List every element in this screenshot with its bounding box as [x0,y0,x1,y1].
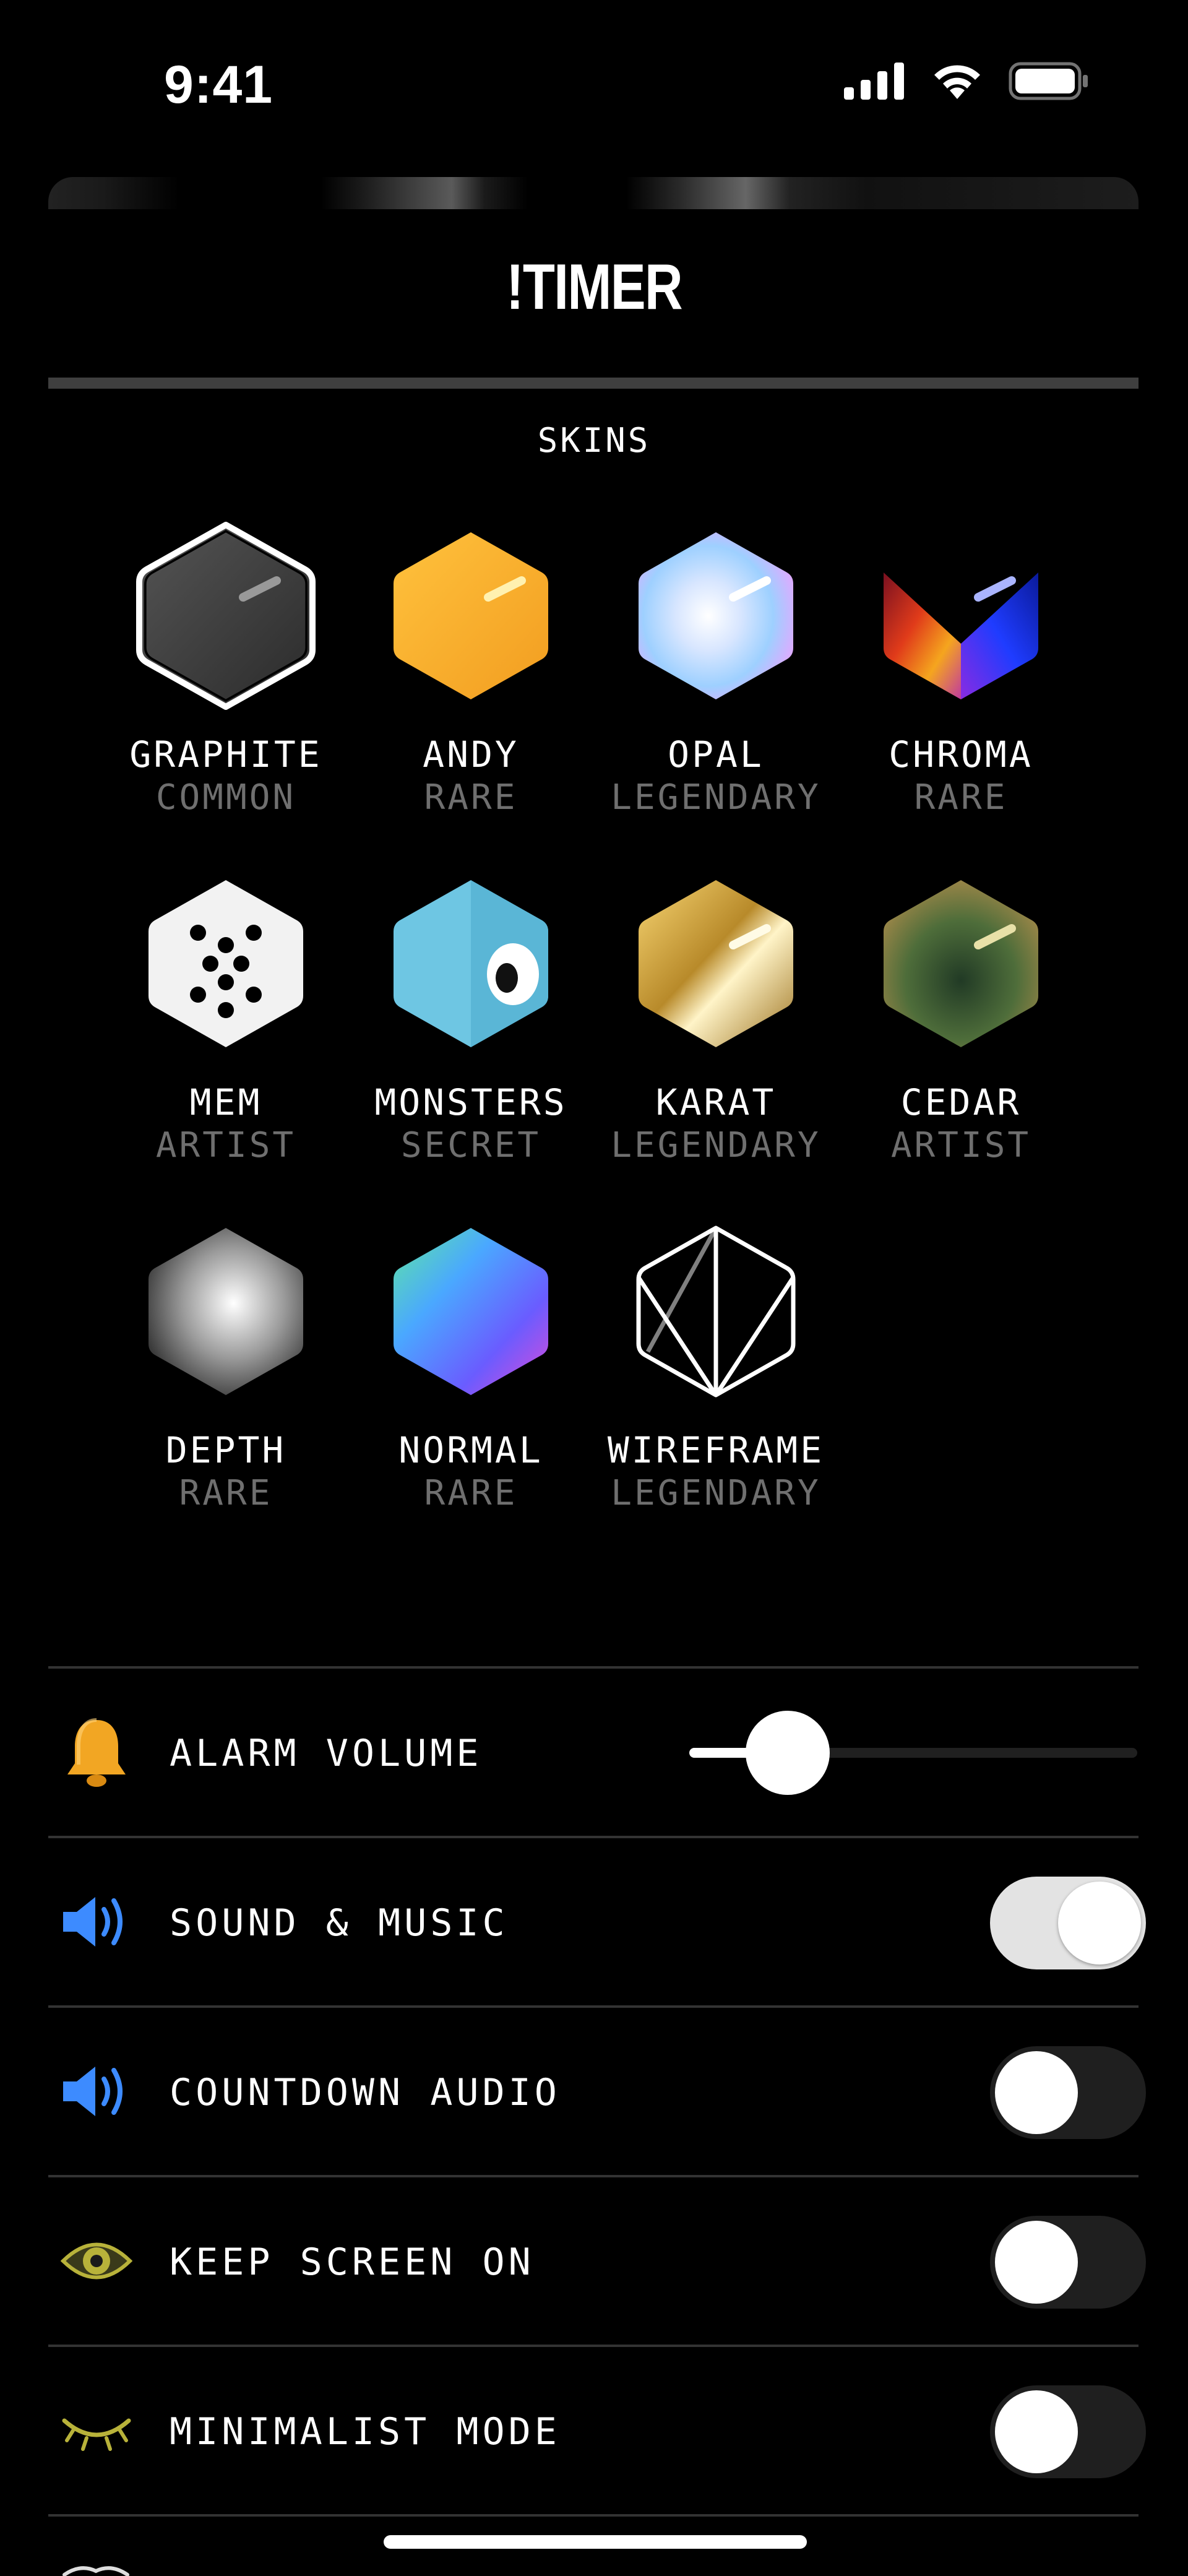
skin-rarity: RARE [914,777,1008,818]
skin-rarity: ARTIST [890,1125,1031,1165]
skin-rarity: RARE [179,1473,273,1513]
skin-graphite[interactable]: GRAPHITE COMMON [102,520,350,819]
skin-name: CHROMA [889,733,1033,776]
home-indicator[interactable] [384,2535,807,2549]
skin-name: WIREFRAME [607,1429,825,1471]
karat-hexagon-icon [639,880,793,1047]
closed-eye-icon [59,2390,134,2471]
keep-screen-on-toggle[interactable] [990,2216,1146,2309]
setting-label: MINIMALIST MODE [170,2410,561,2453]
skin-rarity: ARTIST [155,1125,296,1165]
skin-rarity: LEGENDARY [611,1125,821,1165]
wireframe-cube-icon [636,1225,796,1398]
setting-minimalist-mode: MINIMALIST MODE [48,2347,1146,2514]
skin-name: GRAPHITE [129,733,322,776]
skin-name: MONSTERS [374,1081,567,1123]
skin-rarity: COMMON [155,777,296,818]
battery-icon [1009,62,1088,100]
skin-name: CEDAR [900,1081,1022,1123]
skin-name: OPAL [668,733,764,776]
toggle-knob [995,2390,1078,2473]
setting-sound-music: SOUND & MUSIC [48,1838,1146,2005]
wifi-icon [934,65,980,99]
cedar-hexagon-icon [884,880,1038,1047]
mem-dice-hexagon-icon [148,880,303,1047]
toggle-knob [995,2221,1078,2304]
status-bar: 9:41 [0,0,1188,161]
skin-rarity: RARE [424,1473,518,1513]
speaker-icon [59,2051,134,2132]
skin-monsters[interactable]: MONSTERS SECRET [347,868,595,1167]
book-icon [62,2566,129,2576]
setting-label: COUNTDOWN AUDIO [170,2071,561,2114]
skin-rarity: LEGENDARY [611,777,821,818]
skin-name: MEM [189,1081,262,1123]
skin-rarity: LEGENDARY [611,1473,821,1513]
skin-depth[interactable]: DEPTH RARE [102,1216,350,1515]
toggle-knob [1058,1882,1141,1964]
eye-icon [59,2221,134,2301]
alarm-volume-slider[interactable] [689,1711,1137,1795]
setting-keep-screen-on: KEEP SCREEN ON [48,2177,1146,2345]
sound-music-toggle[interactable] [990,1877,1146,1969]
setting-alarm-volume: ALARM VOLUME [48,1669,1138,1836]
bell-icon [59,1712,134,1792]
settings-divider [48,2514,1138,2517]
setting-label: SOUND & MUSIC [170,1901,509,1945]
minimalist-mode-toggle[interactable] [990,2385,1146,2478]
andy-hexagon-icon [394,532,548,699]
graphite-hexagon-icon [136,522,316,710]
skin-name: ANDY [423,733,519,776]
setting-countdown-audio: COUNTDOWN AUDIO [48,2008,1146,2175]
skin-wireframe[interactable]: WIREFRAME LEGENDARY [592,1216,840,1515]
monsters-hexagon-icon [394,880,548,1047]
opal-hexagon-icon [639,532,793,699]
cellular-signal-icon [844,63,904,100]
setting-label: ALARM VOLUME [170,1732,483,1775]
depth-hexagon-icon [148,1228,303,1395]
skin-cedar[interactable]: CEDAR ARTIST [837,868,1085,1167]
skin-normal[interactable]: NORMAL RARE [347,1216,595,1515]
skin-rarity: RARE [424,777,518,818]
header-divider [48,378,1138,389]
skin-opal[interactable]: OPAL LEGENDARY [592,520,840,819]
skin-andy[interactable]: ANDY RARE [347,520,595,819]
chroma-hexagon-icon [884,573,1038,699]
skins-heading: SKINS [537,421,651,460]
skin-mem[interactable]: MEM ARTIST [102,868,350,1167]
status-icons [844,62,1089,100]
speaker-icon [59,1882,134,1962]
skin-chroma[interactable]: CHROMA RARE [837,520,1085,819]
skin-name: DEPTH [165,1429,286,1471]
status-time: 9:41 [164,55,273,115]
header-texture-strip [48,177,1138,209]
normal-hexagon-icon [394,1228,548,1395]
app-title: !TIMER [506,251,683,323]
skin-name: KARAT [655,1081,777,1123]
toggle-knob [995,2051,1078,2134]
skin-rarity: SECRET [400,1125,541,1165]
setting-label: KEEP SCREEN ON [170,2241,535,2284]
slider-thumb[interactable] [746,1711,830,1795]
countdown-audio-toggle[interactable] [990,2046,1146,2139]
skin-name: NORMAL [398,1429,543,1471]
skin-karat[interactable]: KARAT LEGENDARY [592,868,840,1167]
